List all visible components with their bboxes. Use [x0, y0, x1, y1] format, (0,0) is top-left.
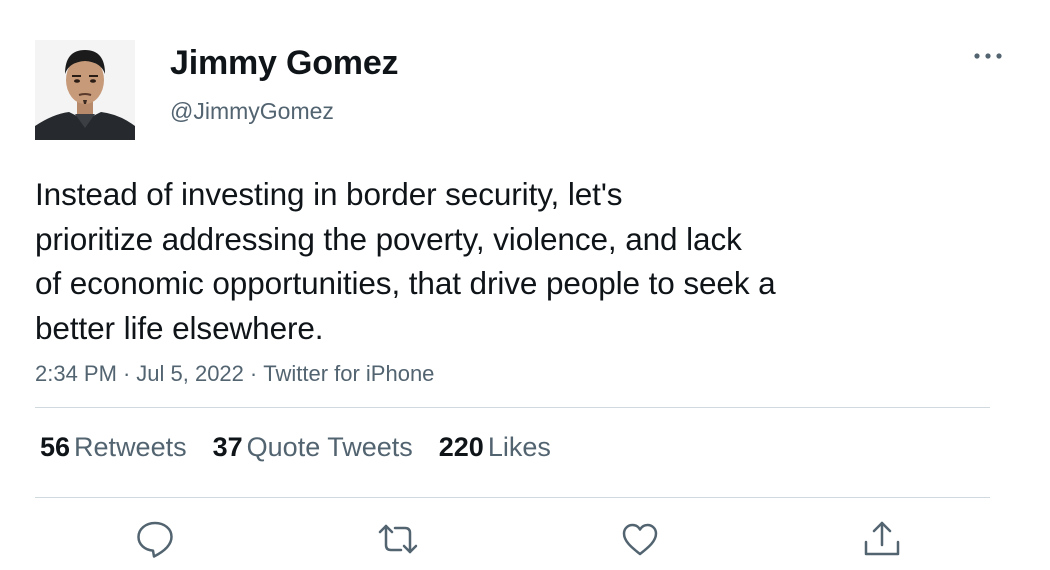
share-icon	[864, 521, 900, 556]
tweet-text-line: prioritize addressing the poverty, viole…	[35, 220, 742, 257]
likes-label: Likes	[487, 432, 551, 462]
avatar[interactable]	[35, 40, 135, 140]
tweet-text-line: Instead of investing in border security,…	[35, 176, 623, 212]
engagement-stats: 56 Retweets 37 Quote Tweets 220 Likes	[40, 432, 577, 463]
likes-count: 220	[438, 432, 484, 462]
display-name[interactable]: Jimmy Gomez	[170, 44, 399, 83]
divider	[35, 497, 990, 498]
divider	[35, 407, 990, 408]
retweet-button[interactable]	[377, 518, 419, 560]
more-options-icon[interactable]	[968, 44, 1008, 68]
retweets-count: 56	[40, 432, 71, 462]
handle[interactable]: @JimmyGomez	[170, 98, 334, 125]
quote-tweets-stat[interactable]: 37 Quote Tweets	[213, 432, 413, 462]
tweet-source[interactable]: Twitter for iPhone	[263, 361, 434, 386]
profile-photo	[35, 40, 135, 140]
reply-button[interactable]	[134, 518, 176, 560]
meta-separator: ·	[122, 361, 131, 386]
tweet-text: Instead of investing in border security,…	[35, 172, 935, 350]
tweet-date[interactable]: Jul 5, 2022	[136, 361, 244, 386]
retweets-stat[interactable]: 56 Retweets	[40, 432, 187, 462]
likes-stat[interactable]: 220 Likes	[439, 432, 551, 462]
like-button[interactable]	[619, 518, 661, 560]
meta-separator: ·	[249, 361, 258, 386]
retweet-icon	[378, 524, 418, 554]
share-button[interactable]	[861, 518, 903, 560]
reply-icon	[137, 521, 173, 558]
quote-tweets-count: 37	[212, 432, 243, 462]
heart-icon	[622, 523, 658, 556]
tweet-text-line: of economic opportunities, that drive pe…	[35, 265, 776, 301]
tweet-text-line: better life elsewhere.	[35, 309, 324, 346]
quote-tweets-label: Quote Tweets	[246, 432, 413, 462]
tweet-time[interactable]: 2:34 PM	[35, 361, 117, 386]
tweet-meta: 2:34 PM · Jul 5, 2022 · Twitter for iPhone	[35, 361, 434, 387]
retweets-label: Retweets	[74, 432, 187, 462]
